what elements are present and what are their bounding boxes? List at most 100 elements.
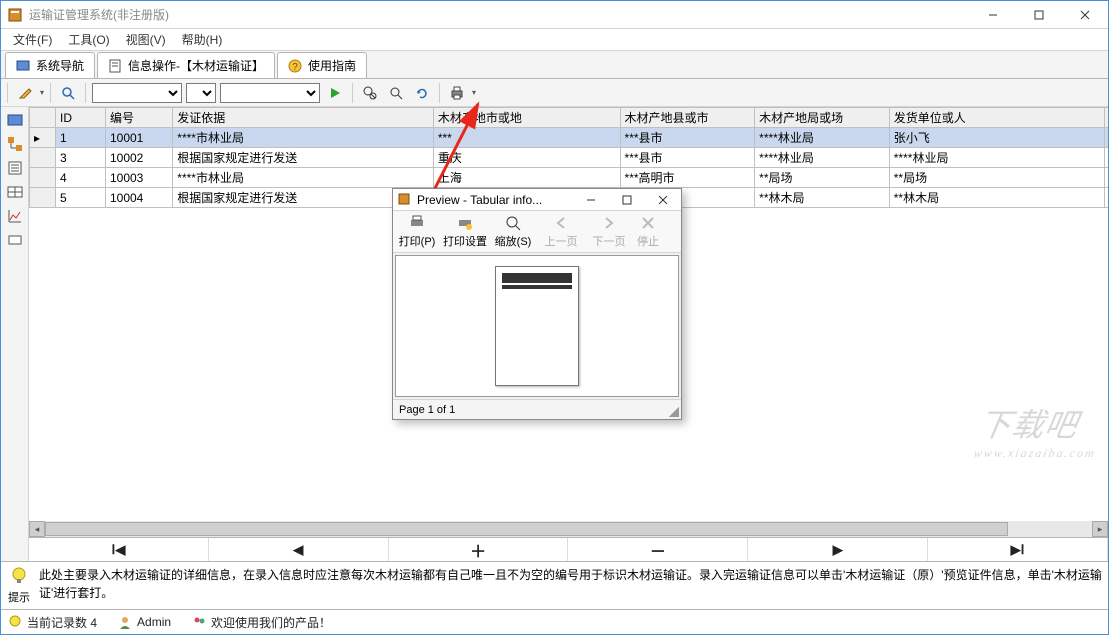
filter-combo-3[interactable] [220, 83, 320, 103]
table-row[interactable]: 4 10003 ****市林业局 上海 ***高明市 **局场 **局场 张云 [30, 168, 1109, 188]
tree-icon[interactable] [6, 135, 24, 153]
table-icon[interactable] [6, 183, 24, 201]
col-num[interactable]: 编号 [105, 108, 172, 128]
horizontal-scrollbar[interactable]: ◂ ▸ [29, 521, 1108, 537]
people-icon [191, 614, 207, 630]
preview-print-setup-button[interactable]: 打印设置 [441, 211, 489, 252]
preview-canvas[interactable] [395, 255, 679, 397]
separator [7, 83, 8, 103]
hint-text: 此处主要录入木材运输证的详细信息，在录入信息时应注意每次木材运输都有自己唯一且不… [39, 566, 1104, 605]
status-bar: 当前记录数 4 Admin 欢迎使用我们的产品！ [1, 610, 1108, 634]
maximize-button[interactable] [1016, 1, 1062, 29]
tab-label: 信息操作-【木材运输证】 [128, 57, 264, 74]
col-rowheader[interactable] [30, 108, 56, 128]
zoom-in-icon[interactable] [359, 82, 381, 104]
col-sender[interactable]: 发货单位或人 [889, 108, 1104, 128]
scroll-left-button[interactable]: ◂ [29, 521, 45, 537]
preview-minimize-button[interactable] [573, 189, 609, 211]
tab-label: 使用指南 [308, 57, 356, 74]
col-bureau[interactable]: 木材产地局或场 [755, 108, 890, 128]
window-icon [16, 59, 30, 73]
close-button[interactable] [1062, 1, 1108, 29]
menu-bar: 文件(F) 工具(O) 视图(V) 帮助(H) [1, 29, 1108, 51]
resize-grip-icon[interactable] [669, 407, 679, 417]
menu-view[interactable]: 视图(V) [118, 29, 174, 50]
preview-status-bar: Page 1 of 1 [393, 399, 681, 419]
printer-icon[interactable] [446, 82, 468, 104]
nav-delete-button[interactable]: － [568, 538, 748, 561]
separator [85, 83, 86, 103]
nav-next-button[interactable]: ▶ [748, 538, 928, 561]
grid-header-row: ID 编号 发证依据 木材产地市或地 木材产地县或市 木材产地局或场 发货单位或… [30, 108, 1109, 128]
table-row[interactable]: 3 10002 根据国家规定进行发送 重庆 ***县市 ****林业局 ****… [30, 148, 1109, 168]
tab-system-nav[interactable]: 系统导航 [5, 52, 95, 78]
play-icon[interactable] [324, 82, 346, 104]
scroll-thumb[interactable] [45, 522, 1008, 536]
separator [50, 83, 51, 103]
menu-help[interactable]: 帮助(H) [174, 29, 231, 50]
scroll-track[interactable] [45, 522, 1092, 536]
preview-print-button[interactable]: 打印(P) [393, 211, 441, 252]
nav-prev-button[interactable]: ◀ [209, 538, 389, 561]
minimize-button[interactable] [970, 1, 1016, 29]
filter-combo-1[interactable] [92, 83, 182, 103]
search-icon[interactable] [57, 82, 79, 104]
arrow-right-icon [601, 215, 617, 231]
window-title: 运输证管理系统(非注册版) [29, 6, 970, 23]
col-receiver[interactable]: 收货单位或 [1104, 108, 1108, 128]
title-bar: 运输证管理系统(非注册版) [1, 1, 1108, 29]
document-icon [108, 59, 122, 73]
menu-tools[interactable]: 工具(O) [60, 29, 117, 50]
tab-label: 系统导航 [36, 57, 84, 74]
user-icon [117, 614, 133, 630]
separator [352, 83, 353, 103]
bulb-icon [7, 614, 23, 630]
chart-icon[interactable] [6, 207, 24, 225]
svg-text:?: ? [292, 62, 298, 73]
col-city[interactable]: 木材产地市或地 [433, 108, 620, 128]
edit-icon[interactable] [14, 82, 36, 104]
tab-user-guide[interactable]: ? 使用指南 [277, 52, 367, 78]
help-icon: ? [288, 59, 302, 73]
dropdown-icon[interactable]: ▾ [40, 88, 44, 97]
row-indicator: ▸ [30, 128, 56, 148]
lightbulb-icon [9, 566, 29, 589]
scroll-right-button[interactable]: ▸ [1092, 521, 1108, 537]
zoom-icon [505, 215, 521, 231]
preview-maximize-button[interactable] [609, 189, 645, 211]
grid-icon[interactable] [6, 111, 24, 129]
app-icon [397, 192, 413, 208]
nav-last-button[interactable]: ▶ꓲ [928, 538, 1108, 561]
preview-zoom-button[interactable]: 缩放(S) [489, 211, 537, 252]
preview-stop-button: 停止 [633, 211, 663, 252]
preview-toolbar: 打印(P) 打印设置 缩放(S) 上一页 下一页 停止 [393, 211, 681, 253]
col-county[interactable]: 木材产地县或市 [620, 108, 755, 128]
left-icon-bar [1, 107, 29, 561]
tab-info-operation[interactable]: 信息操作-【木材运输证】 [97, 52, 275, 78]
status-welcome: 欢迎使用我们的产品！ [211, 614, 331, 631]
nav-add-button[interactable]: ＋ [389, 538, 569, 561]
filter-combo-2[interactable] [186, 83, 216, 103]
zoom-out-icon[interactable] [385, 82, 407, 104]
preview-page [495, 266, 579, 386]
watermark: 下载吧 www.xiazaiba.com [973, 400, 1106, 461]
dropdown-icon[interactable]: ▾ [472, 88, 476, 97]
hint-bar: 提示 此处主要录入木材运输证的详细信息，在录入信息时应注意每次木材运输都有自己唯… [1, 561, 1108, 610]
col-basis[interactable]: 发证依据 [173, 108, 434, 128]
app-icon [7, 7, 23, 23]
status-user: Admin [137, 615, 171, 629]
table-row[interactable]: ▸ 1 10001 ****市林业局 *** ***县市 ****林业局 张小飞… [30, 128, 1109, 148]
print-preview-dialog[interactable]: Preview - Tabular info... 打印(P) 打印设置 缩放(… [392, 188, 682, 420]
preview-title: Preview - Tabular info... [417, 193, 573, 207]
preview-next-page-button: 下一页 [585, 211, 633, 252]
menu-file[interactable]: 文件(F) [5, 29, 60, 50]
form-icon[interactable] [6, 159, 24, 177]
toolbar: ▾ ▾ [1, 79, 1108, 107]
preview-close-button[interactable] [645, 189, 681, 211]
preview-title-bar[interactable]: Preview - Tabular info... [393, 189, 681, 211]
card-icon[interactable] [6, 231, 24, 249]
record-navigator: ꓲ◀ ◀ ＋ － ▶ ▶ꓲ [29, 537, 1108, 561]
col-id[interactable]: ID [56, 108, 106, 128]
refresh-icon[interactable] [411, 82, 433, 104]
nav-first-button[interactable]: ꓲ◀ [29, 538, 209, 561]
